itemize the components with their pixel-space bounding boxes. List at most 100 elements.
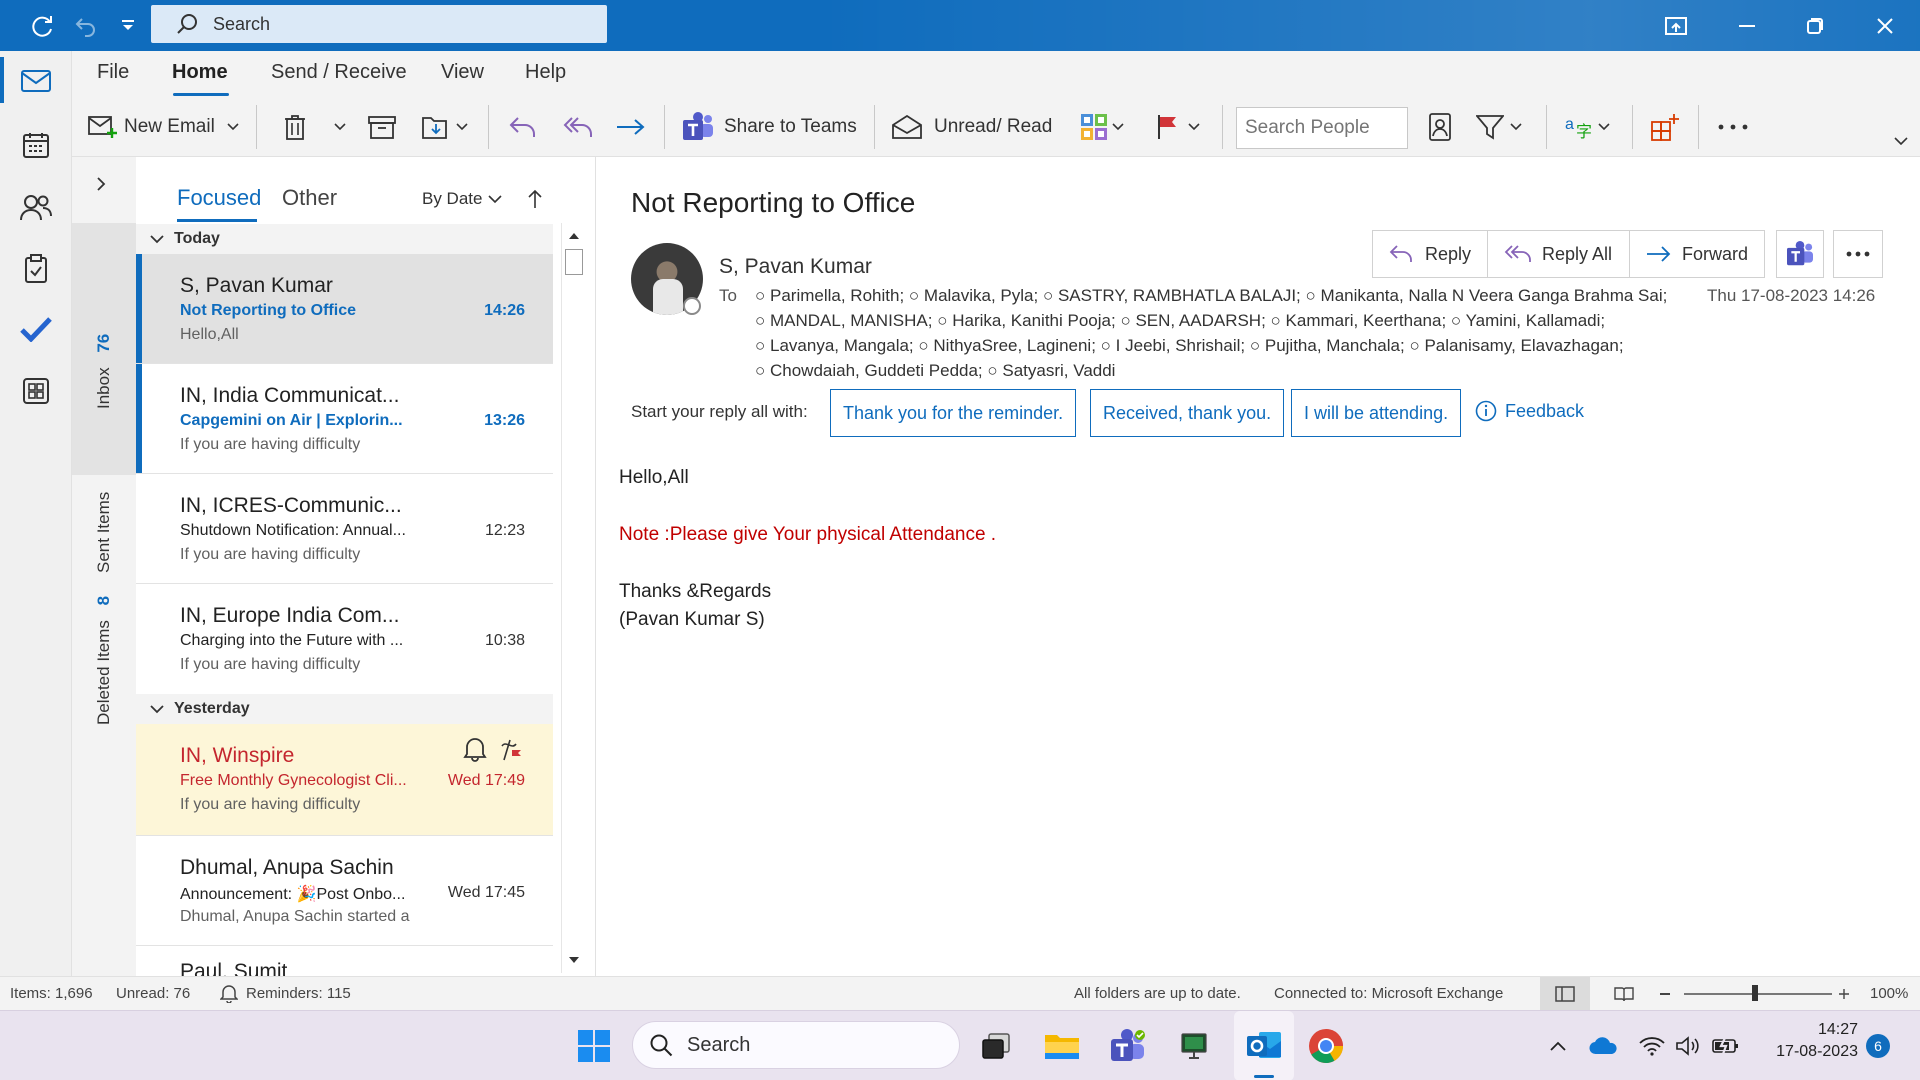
categorize-button[interactable]	[1080, 97, 1124, 157]
inbox-folder[interactable]: Inbox 76	[94, 334, 114, 409]
recipient[interactable]: ○ Manikanta, Nalla N Veera Ganga Brahma …	[1306, 286, 1668, 305]
taskbar-clock[interactable]: 14:27 17-08-2023	[1758, 1021, 1858, 1061]
reply-all-button[interactable]: Reply All	[1487, 230, 1630, 278]
menu-view[interactable]: View	[441, 61, 484, 84]
status-reminders[interactable]: Reminders: 115	[246, 985, 351, 1002]
mail-icon[interactable]	[0, 53, 72, 109]
apps-icon[interactable]	[0, 363, 72, 419]
recipient[interactable]: ○ Pujitha, Manchala;	[1250, 336, 1405, 355]
flag-button[interactable]	[1156, 97, 1200, 157]
reply-all-ribbon-button[interactable]	[562, 97, 594, 157]
list-item[interactable]: S, Pavan Kumar Not Reporting to Office 1…	[136, 254, 553, 364]
close-icon[interactable]	[1862, 0, 1908, 51]
more-actions-button[interactable]	[1833, 230, 1883, 278]
suggested-reply-1[interactable]: Thank you for the reminder.	[830, 389, 1077, 437]
onedrive-button[interactable]	[1584, 1011, 1624, 1080]
list-item[interactable]: Dhumal, Anupa Sachin Announcement: 🎉Post…	[136, 836, 553, 946]
undo-icon[interactable]	[66, 0, 106, 51]
forward-ribbon-button[interactable]	[616, 97, 646, 157]
reminder-bell-icon[interactable]	[463, 736, 487, 762]
flag-icon[interactable]	[498, 736, 524, 762]
menu-file[interactable]: File	[97, 61, 129, 84]
zoom-slider[interactable]	[1684, 993, 1832, 995]
menu-send-receive[interactable]: Send / Receive	[271, 61, 407, 84]
forward-button[interactable]: Forward	[1629, 230, 1765, 278]
message-list-scrollbar[interactable]	[561, 223, 585, 973]
reply-ribbon-button[interactable]	[508, 97, 538, 157]
chrome-taskbar-button[interactable]	[1300, 1011, 1352, 1080]
sort-by-date-button[interactable]: By Date	[422, 189, 503, 209]
scroll-thumb[interactable]	[565, 249, 583, 275]
zoom-in-icon[interactable]	[1838, 988, 1850, 1000]
recipient[interactable]: ○ SEN, AADARSH;	[1120, 311, 1265, 330]
restore-icon[interactable]	[1792, 0, 1838, 51]
scroll-up-arrow-icon[interactable]	[564, 225, 584, 245]
notification-count-badge[interactable]: 6	[1866, 1034, 1890, 1058]
suggested-reply-3[interactable]: I will be attending.	[1291, 389, 1462, 437]
file-explorer-button[interactable]	[1036, 1011, 1088, 1080]
recipient[interactable]: ○ Malavika, Pyla;	[909, 286, 1038, 305]
task-view-button[interactable]	[970, 1011, 1022, 1080]
group-header-today[interactable]: Today	[136, 224, 553, 254]
new-email-button[interactable]: New Email	[88, 97, 239, 157]
wifi-button[interactable]	[1632, 1011, 1672, 1080]
tab-other[interactable]: Other	[282, 185, 337, 211]
normal-view-button[interactable]	[1540, 977, 1590, 1010]
scroll-down-arrow-icon[interactable]	[564, 950, 584, 970]
teams-taskbar-button[interactable]	[1102, 1011, 1154, 1080]
list-item[interactable]: IN, Europe India Com... Charging into th…	[136, 584, 553, 694]
delete-button[interactable]	[284, 97, 306, 157]
recipient[interactable]: ○ SASTRY, RAMBHATLA BALAJI;	[1043, 286, 1301, 305]
customize-quick-access-icon[interactable]	[110, 0, 146, 51]
recipient[interactable]: ○ Parimella, Rohith;	[755, 286, 904, 305]
recipient[interactable]: ○ Lavanya, Mangala;	[755, 336, 914, 355]
zoom-level[interactable]: 100%	[1870, 985, 1908, 1002]
calendar-icon[interactable]	[0, 117, 72, 173]
search-people-input[interactable]	[1236, 107, 1408, 149]
sender-name[interactable]: S, Pavan Kumar	[719, 255, 872, 279]
tasks-icon[interactable]	[0, 241, 72, 297]
reading-view-button[interactable]	[1604, 977, 1644, 1010]
menu-home[interactable]: Home	[172, 61, 228, 84]
title-search-box[interactable]: Search	[151, 5, 607, 43]
sent-items-folder[interactable]: Sent Items	[94, 492, 114, 573]
recipient[interactable]: ○ Chowdaiah, Guddeti Pedda;	[755, 361, 983, 380]
todo-icon[interactable]	[0, 301, 72, 357]
suggested-reply-2[interactable]: Received, thank you.	[1090, 389, 1285, 437]
address-book-button[interactable]	[1428, 97, 1452, 157]
recipient[interactable]: ○ I Jeebi, Shrishail;	[1101, 336, 1245, 355]
list-item[interactable]: Paul, Sumit	[136, 946, 553, 976]
coming-soon-icon[interactable]	[1656, 0, 1696, 51]
sync-icon[interactable]	[22, 0, 62, 51]
volume-button[interactable]	[1668, 1011, 1708, 1080]
tab-focused[interactable]: Focused	[177, 185, 261, 211]
people-icon[interactable]	[0, 179, 72, 235]
taskbar-search[interactable]: Search	[632, 1021, 960, 1069]
sort-direction-icon[interactable]	[528, 189, 542, 209]
menu-help[interactable]: Help	[525, 61, 566, 84]
unread-read-button[interactable]: Unread/ Read	[892, 97, 1052, 157]
recipient[interactable]: ○ NithyaSree, Lagineni;	[918, 336, 1096, 355]
zoom-slider-thumb[interactable]	[1752, 985, 1758, 1001]
remote-desktop-button[interactable]	[1168, 1011, 1220, 1080]
recipient[interactable]: ○ MANDAL, MANISHA;	[755, 311, 932, 330]
outlook-taskbar-button[interactable]	[1234, 1011, 1294, 1080]
chevron-down-icon[interactable]	[227, 123, 239, 131]
archive-button[interactable]	[368, 97, 396, 157]
recipient[interactable]: ○ Yamini, Kallamadi;	[1451, 311, 1605, 330]
list-item[interactable]: IN, Winspire Free Monthly Gynecologist C…	[136, 724, 553, 836]
translate-button[interactable]: a字	[1564, 97, 1610, 157]
feedback-link[interactable]: Feedback	[1475, 400, 1584, 422]
deleted-items-folder[interactable]: Deleted Items 8	[94, 596, 114, 725]
more-ribbon-options-button[interactable]	[1718, 97, 1748, 157]
move-button[interactable]	[422, 97, 468, 157]
recipient[interactable]: ○ Palanisamy, Elavazhagan;	[1409, 336, 1623, 355]
get-add-ins-button[interactable]	[1650, 97, 1680, 157]
delete-dropdown[interactable]	[334, 97, 346, 157]
battery-button[interactable]	[1706, 1011, 1746, 1080]
teams-chat-button[interactable]	[1776, 230, 1824, 278]
recipient[interactable]: ○ Satyasri, Vaddi	[987, 361, 1115, 380]
show-hidden-icons-button[interactable]	[1540, 1011, 1576, 1080]
list-item[interactable]: IN, ICRES-Communic... Shutdown Notificat…	[136, 474, 553, 584]
list-item[interactable]: IN, India Communicat... Capgemini on Air…	[136, 364, 553, 474]
